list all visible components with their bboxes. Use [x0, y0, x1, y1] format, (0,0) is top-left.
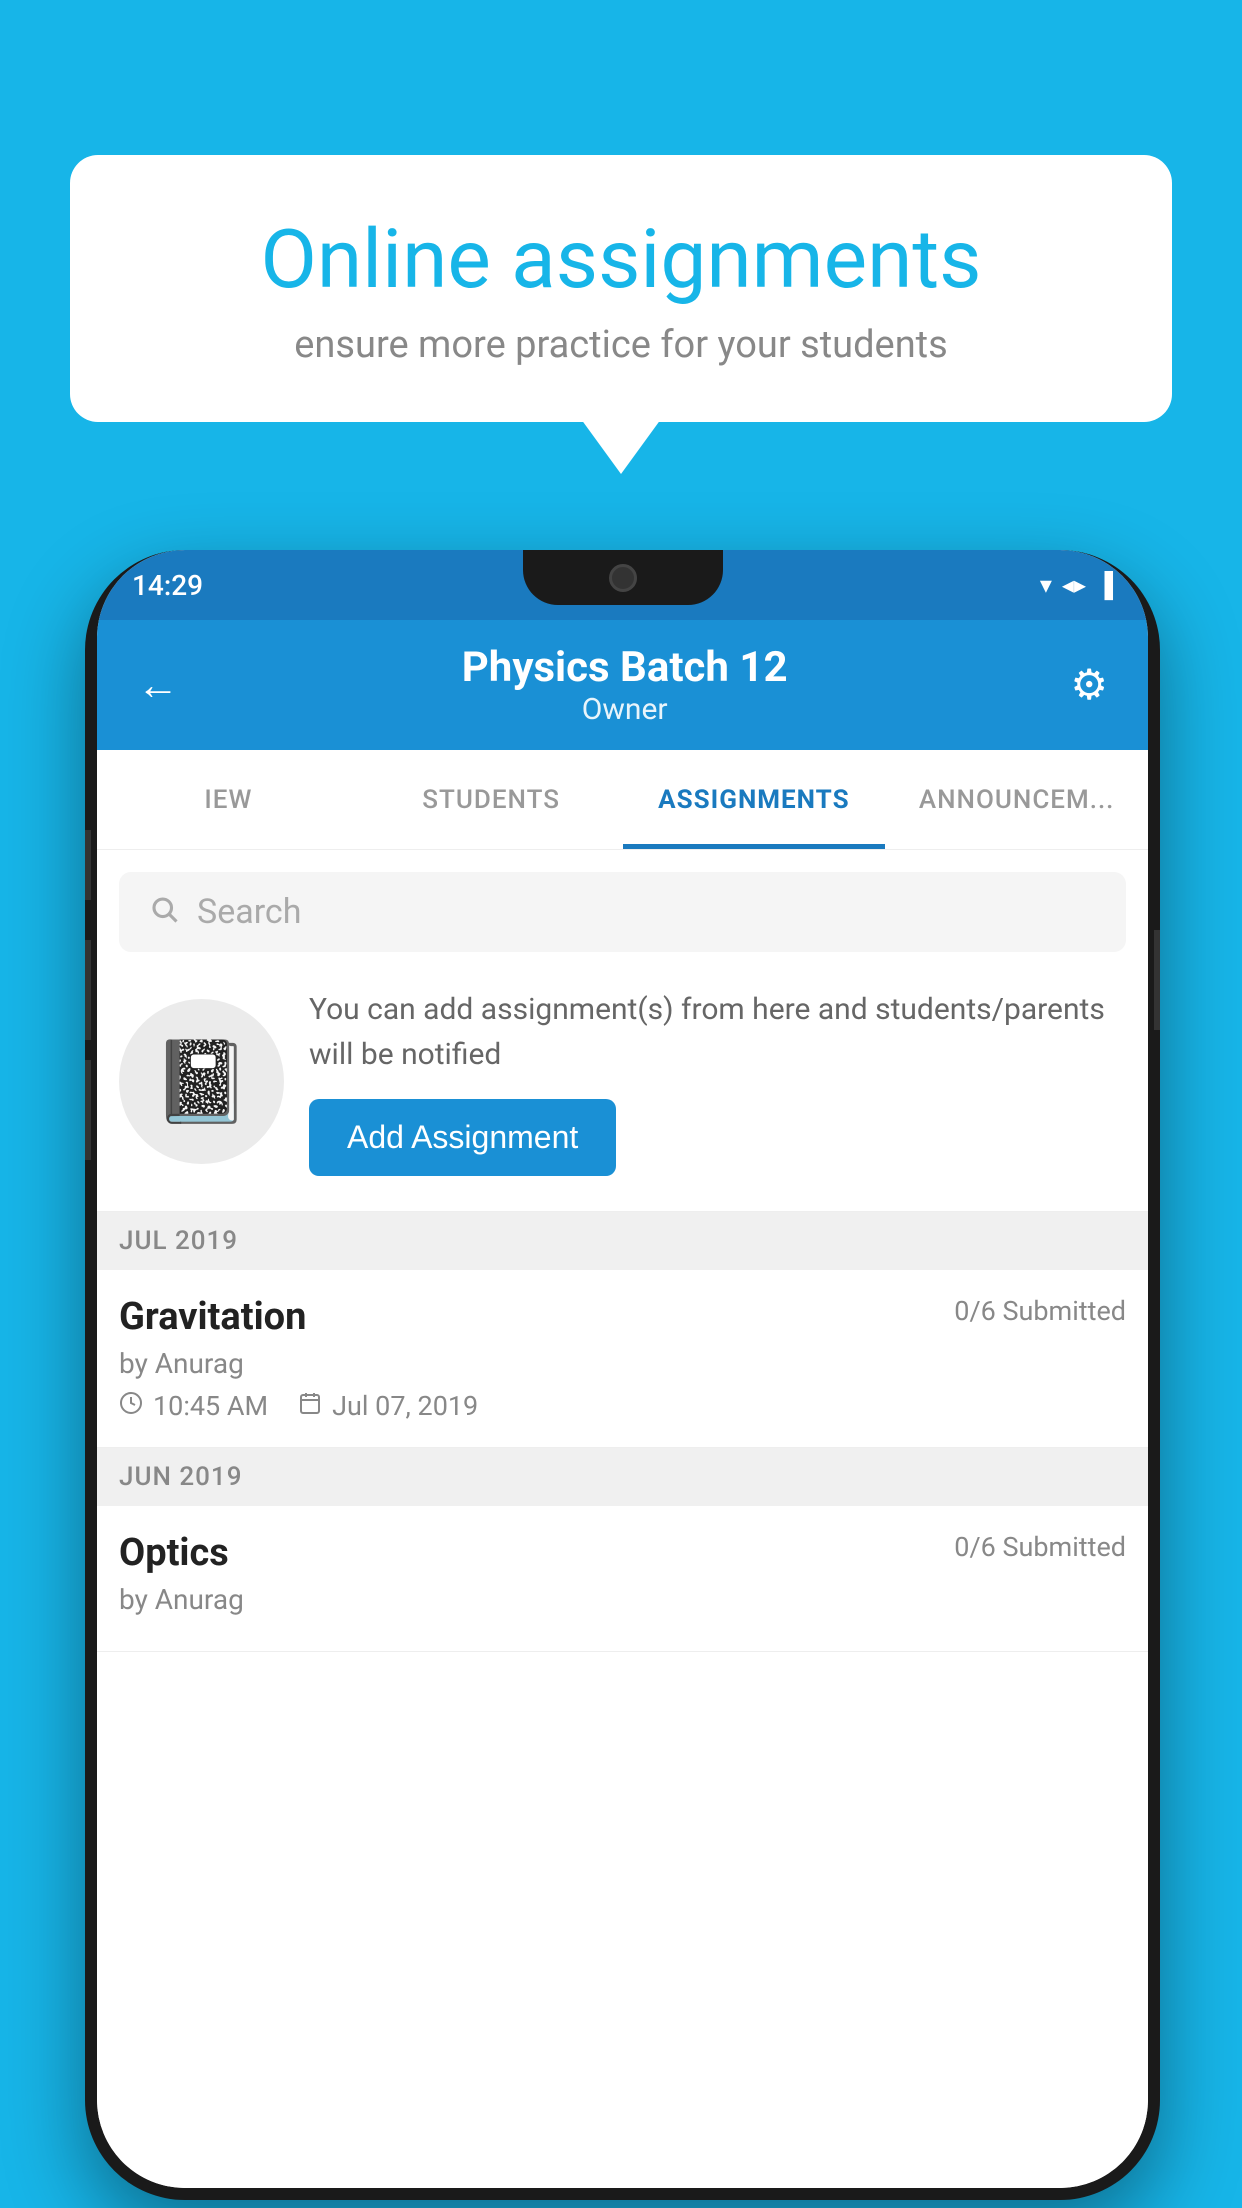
- app-bar-title: Physics Batch 12: [462, 643, 788, 692]
- assignment-by-optics: by Anurag: [119, 1583, 1126, 1616]
- assignment-name-optics: Optics: [119, 1531, 229, 1575]
- assignment-row-top-optics: Optics 0/6 Submitted: [119, 1531, 1126, 1575]
- search-bar[interactable]: Search: [119, 872, 1126, 952]
- bubble-title: Online assignments: [140, 215, 1102, 305]
- bubble-subtitle: ensure more practice for your students: [140, 323, 1102, 367]
- wifi-icon: ▾: [1040, 571, 1052, 599]
- assignment-submitted-optics: 0/6 Submitted: [954, 1531, 1126, 1563]
- assignment-submitted: 0/6 Submitted: [954, 1295, 1126, 1327]
- add-assignment-button[interactable]: Add Assignment: [309, 1099, 616, 1176]
- section-header-jul: JUL 2019: [97, 1212, 1148, 1270]
- calendar-icon: [298, 1390, 322, 1422]
- search-icon: [149, 891, 179, 933]
- settings-icon[interactable]: ⚙: [1070, 660, 1108, 710]
- tab-announcements[interactable]: ANNOUNCEM...: [885, 750, 1148, 849]
- phone-screen: 14:29 ▾ ◂▸ ▐ ← Physics Batch 12 Owner ⚙ …: [97, 550, 1148, 2188]
- camera-notch: [609, 564, 637, 592]
- phone-frame: 14:29 ▾ ◂▸ ▐ ← Physics Batch 12 Owner ⚙ …: [85, 550, 1160, 2200]
- status-icons: ▾ ◂▸ ▐: [1040, 571, 1113, 600]
- power-button: [1154, 930, 1160, 1030]
- back-button[interactable]: ←: [137, 661, 179, 710]
- app-bar-center: Physics Batch 12 Owner: [462, 643, 788, 727]
- assignment-date-value: Jul 07, 2019: [332, 1390, 478, 1422]
- add-assignment-right: You can add assignment(s) from here and …: [309, 987, 1126, 1176]
- section-header-jun: JUN 2019: [97, 1448, 1148, 1506]
- signal-icon: ◂▸: [1062, 571, 1086, 599]
- phone-notch: [523, 550, 723, 605]
- tab-students[interactable]: STUDENTS: [360, 750, 623, 849]
- assignment-date: Jul 07, 2019: [298, 1390, 478, 1422]
- assignment-by: by Anurag: [119, 1347, 1126, 1380]
- assignment-item-gravitation[interactable]: Gravitation 0/6 Submitted by Anurag 10:4…: [97, 1270, 1148, 1448]
- assignment-time-value: 10:45 AM: [153, 1390, 268, 1422]
- tab-iew[interactable]: IEW: [97, 750, 360, 849]
- speech-bubble-container: Online assignments ensure more practice …: [70, 155, 1172, 422]
- app-bar-subtitle: Owner: [582, 692, 668, 727]
- assignment-icon-circle: 📓: [119, 999, 284, 1164]
- assignment-time: 10:45 AM: [119, 1390, 268, 1422]
- volume-up-button: [85, 830, 91, 900]
- assignment-row-top: Gravitation 0/6 Submitted: [119, 1295, 1126, 1339]
- content-area: Search 📓 You can add assignment(s) from …: [97, 850, 1148, 2188]
- app-bar: ← Physics Batch 12 Owner ⚙: [97, 620, 1148, 750]
- clock-icon: [119, 1390, 143, 1422]
- assignment-meta: 10:45 AM Jul 07, 2019: [119, 1390, 1126, 1422]
- add-assignment-section: 📓 You can add assignment(s) from here an…: [97, 952, 1148, 1212]
- silent-button: [85, 1060, 91, 1160]
- search-placeholder: Search: [197, 892, 301, 932]
- battery-icon: ▐: [1096, 571, 1113, 600]
- assignment-item-optics[interactable]: Optics 0/6 Submitted by Anurag: [97, 1506, 1148, 1652]
- volume-down-button: [85, 940, 91, 1040]
- assignment-name: Gravitation: [119, 1295, 306, 1339]
- tabs-bar: IEW STUDENTS ASSIGNMENTS ANNOUNCEM...: [97, 750, 1148, 850]
- status-time: 14:29: [132, 569, 203, 602]
- tab-assignments[interactable]: ASSIGNMENTS: [623, 750, 886, 849]
- notebook-icon: 📓: [152, 1035, 252, 1129]
- speech-bubble: Online assignments ensure more practice …: [70, 155, 1172, 422]
- add-assignment-description: You can add assignment(s) from here and …: [309, 987, 1126, 1077]
